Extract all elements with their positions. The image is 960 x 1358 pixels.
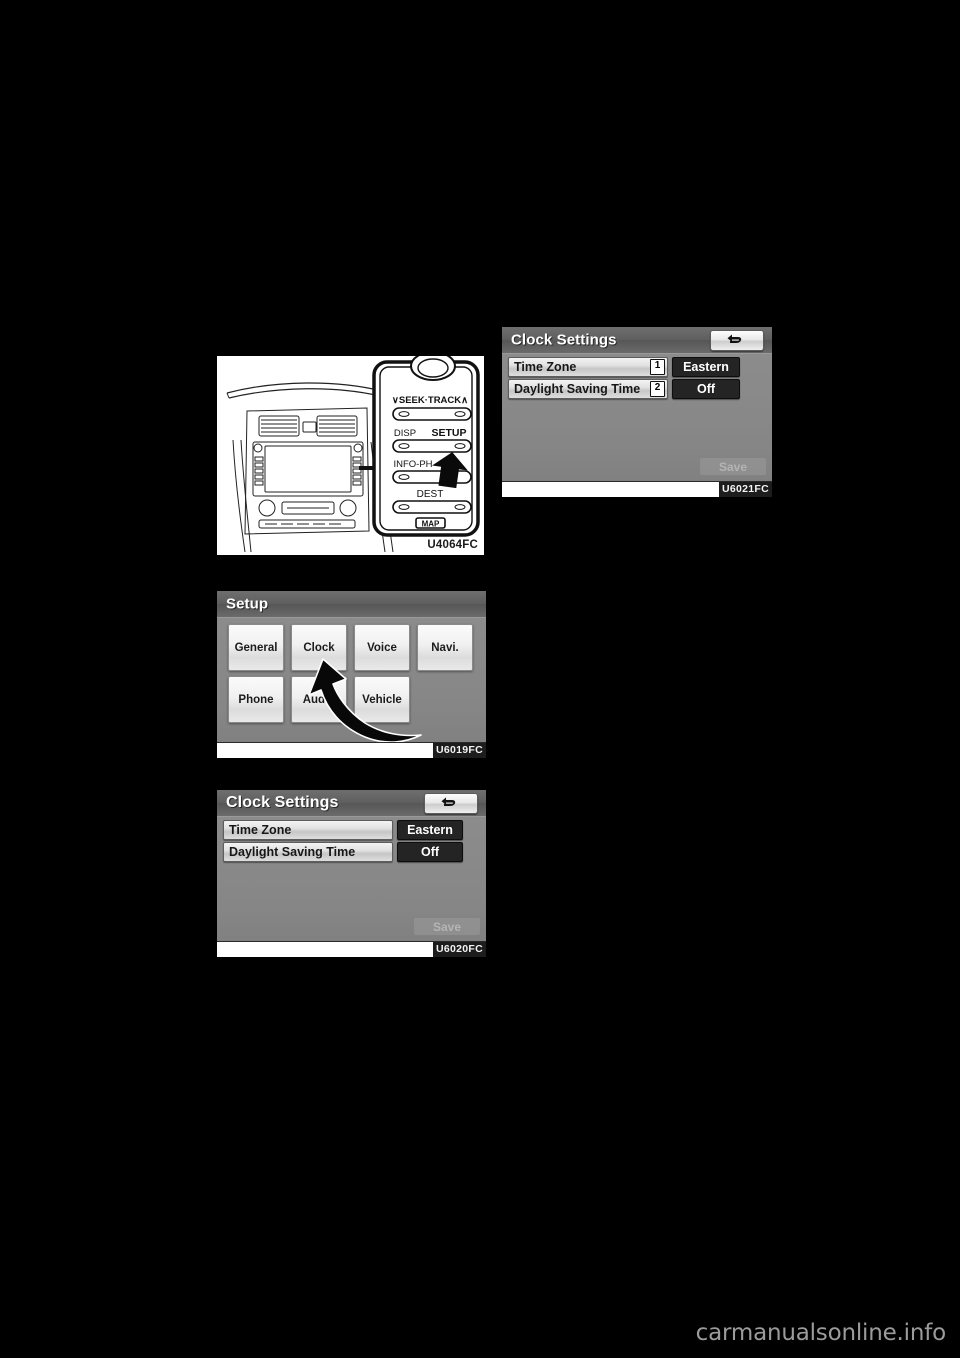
time-zone-label-button[interactable]: Time Zone (223, 820, 393, 840)
svg-text:DEST: DEST (417, 489, 444, 500)
setup-button-voice[interactable]: Voice (354, 624, 410, 671)
daylight-saving-time-value[interactable]: Off (672, 379, 740, 399)
row-time-zone: Time Zone Eastern (223, 820, 480, 840)
svg-text:∨SEEK·TRACK∧: ∨SEEK·TRACK∧ (392, 395, 468, 406)
figure-setup-menu: Setup General Clock Voice Navi. Phone Au… (217, 591, 486, 758)
row-time-zone: Time Zone 1 Eastern (508, 357, 766, 377)
daylight-saving-time-label-text: Daylight Saving Time (514, 382, 641, 396)
svg-text:DISP: DISP (394, 428, 416, 439)
clock-settings-callout-rows: Time Zone 1 Eastern Daylight Saving Time… (508, 357, 766, 401)
figure-clock-settings: Clock Settings Time Zone Eastern Dayligh… (217, 790, 486, 957)
save-button-disabled: Save (414, 918, 480, 935)
callout-number-1: 1 (650, 359, 665, 375)
daylight-saving-time-label-button[interactable]: Daylight Saving Time 2 (508, 379, 668, 399)
svg-text:MAP: MAP (422, 520, 440, 529)
time-zone-value[interactable]: Eastern (397, 820, 463, 840)
setup-titlebar: Setup (217, 591, 486, 618)
clock-settings-callout-titlebar: Clock Settings (502, 327, 772, 354)
site-watermark: carmanualsonline.info (695, 1320, 947, 1346)
figure-code-clock-settings-callout: U6021FC (718, 482, 772, 497)
row-daylight-saving-time: Daylight Saving Time Off (223, 842, 480, 862)
back-button[interactable] (710, 330, 764, 351)
setup-button-audio[interactable]: Audio (291, 676, 347, 723)
clock-settings-title: Clock Settings (226, 794, 339, 811)
clock-settings-titlebar: Clock Settings (217, 790, 486, 817)
setup-button-general[interactable]: General (228, 624, 284, 671)
clock-settings-callout-title: Clock Settings (511, 331, 617, 349)
setup-title: Setup (226, 595, 269, 613)
figure-code-setup: U6019FC (432, 743, 486, 758)
back-button[interactable] (424, 793, 478, 814)
figure-code-dashboard: U4064FC (427, 539, 478, 551)
figure-clock-settings-callouts: Clock Settings Time Zone 1 Eastern Dayli… (502, 327, 772, 497)
setup-button-clock[interactable]: Clock (291, 624, 347, 671)
setup-button-grid: General Clock Voice Navi. Phone Audio Ve… (228, 624, 473, 723)
dashboard-line-art: ∨SEEK·TRACK∧ DISP SETUP INFO-PH DEST MAP (217, 356, 484, 555)
setup-button-navi[interactable]: Navi. (417, 624, 473, 671)
time-zone-label-button[interactable]: Time Zone 1 (508, 357, 668, 377)
figure-code-clock-settings: U6020FC (432, 942, 486, 957)
callout-number-2: 2 (650, 381, 665, 397)
daylight-saving-time-value[interactable]: Off (397, 842, 463, 862)
svg-text:INFO-PH: INFO-PH (393, 459, 432, 470)
setup-button-phone[interactable]: Phone (228, 676, 284, 723)
daylight-saving-time-label-button[interactable]: Daylight Saving Time (223, 842, 393, 862)
svg-text:SETUP: SETUP (431, 427, 466, 439)
time-zone-label-text: Time Zone (514, 360, 577, 374)
back-arrow-icon (727, 334, 742, 343)
time-zone-value[interactable]: Eastern (672, 357, 740, 377)
back-arrow-icon (441, 797, 456, 806)
setup-button-vehicle[interactable]: Vehicle (354, 676, 410, 723)
figure-dashboard-setup-button: ∨SEEK·TRACK∧ DISP SETUP INFO-PH DEST MAP (217, 356, 484, 555)
save-button-disabled: Save (700, 458, 766, 475)
row-daylight-saving-time: Daylight Saving Time 2 Off (508, 379, 766, 399)
clock-settings-rows: Time Zone Eastern Daylight Saving Time O… (223, 820, 480, 864)
